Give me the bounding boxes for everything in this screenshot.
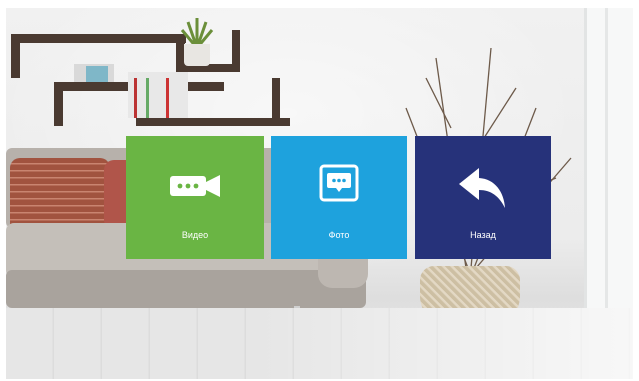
pillow [10,158,110,233]
back-label: Назад [470,230,496,240]
wall-shelf [136,118,290,126]
book [166,78,169,118]
book [146,78,149,118]
back-arrow-icon [459,168,505,208]
floor-light [256,308,633,379]
video-button[interactable]: Видео [126,136,264,259]
wall-shelf [11,34,186,43]
wall-shelf [11,34,20,78]
wall-shelf [54,82,63,126]
screen: Видео Фото Назад [0,0,639,381]
book [134,78,137,118]
video-camera-icon [170,175,220,197]
book [86,66,108,82]
back-button[interactable]: Назад [415,136,551,259]
plant-pot [184,44,210,66]
window-frame [605,8,608,338]
photo-button[interactable]: Фото [271,136,407,259]
book [128,72,188,118]
photo-message-icon [319,164,359,202]
video-label: Видео [181,230,209,240]
wall-shelf [272,78,280,126]
wall-shelf [232,30,240,72]
photo-label: Фото [328,230,350,240]
sofa-base [6,270,366,308]
window [584,8,633,338]
